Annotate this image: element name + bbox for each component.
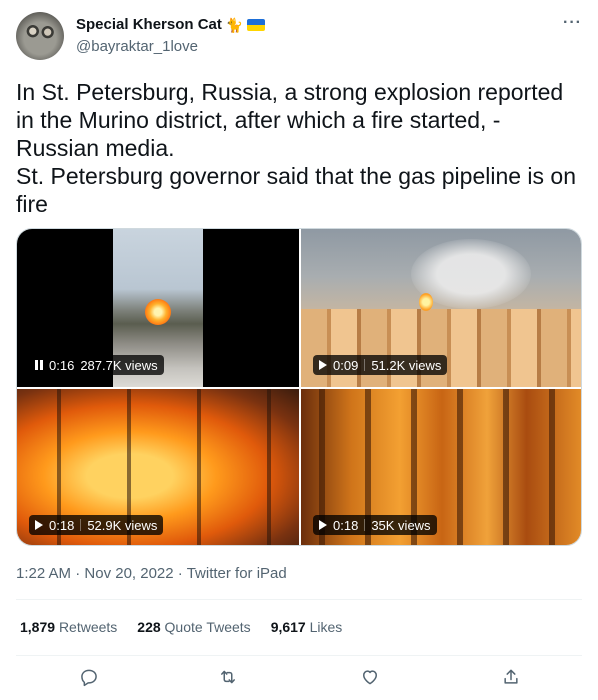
media-grid: 0:16 287.7K views 0:09 51.2K views 0:18 … [16, 228, 582, 546]
likes-count: 9,617 [270, 619, 306, 635]
likes-stat[interactable]: 9,617 Likes [271, 619, 343, 635]
tweet-source[interactable]: Twitter for iPad [187, 565, 287, 582]
retweet-button[interactable] [215, 664, 241, 690]
flare-image [419, 293, 433, 311]
video-duration: 0:09 [333, 357, 359, 373]
quotes-count: 228 [137, 619, 161, 635]
play-icon [319, 520, 327, 530]
cat-emoji-icon: 🐈 [225, 16, 244, 33]
tweet-text-line: St. Petersburg governor said that the ga… [16, 163, 577, 217]
tweet-timestamp: 1:22 AM · Nov 20, 2022 · Twitter for iPa… [16, 565, 287, 582]
like-button[interactable] [357, 664, 383, 690]
quotes-label: Quote Tweets [164, 619, 251, 635]
dot-separator: · [75, 565, 85, 582]
video-tile-1[interactable]: 0:16 287.7K views [17, 229, 299, 387]
pause-icon [35, 360, 43, 370]
display-name[interactable]: Special Kherson Cat [76, 16, 222, 33]
quote-tweets-stat[interactable]: 228 Quote Tweets [137, 619, 250, 635]
fireball-image [145, 299, 171, 325]
video-views: 35K views [371, 517, 431, 533]
badge-divider [80, 519, 82, 531]
video-badge: 0:16 287.7K views [29, 355, 164, 375]
video-views: 51.2K views [371, 357, 442, 373]
video-duration: 0:16 [49, 357, 75, 373]
tweet-time[interactable]: 1:22 AM [16, 565, 71, 582]
video-duration: 0:18 [49, 517, 75, 533]
share-button[interactable] [498, 664, 524, 690]
badge-divider [364, 519, 366, 531]
video-duration: 0:18 [333, 517, 359, 533]
display-name-row[interactable]: Special Kherson Cat 🐈 [76, 16, 266, 33]
video-badge: 0:09 51.2K views [313, 355, 448, 375]
play-icon [35, 520, 43, 530]
reply-icon [81, 669, 97, 687]
retweet-icon [221, 670, 235, 684]
tweet-actions [16, 664, 582, 690]
divider [16, 599, 582, 600]
buildings-image [301, 309, 581, 387]
video-badge: 0:18 35K views [313, 515, 437, 535]
retweets-count: 1,879 [20, 619, 56, 635]
video-tile-2[interactable]: 0:09 51.2K views [301, 229, 581, 387]
retweets-label: Retweets [58, 619, 118, 635]
likes-label: Likes [309, 619, 343, 635]
tweet-text-line: In St. Petersburg, Russia, a strong expl… [16, 79, 564, 161]
badge-divider [364, 359, 366, 371]
video-tile-3[interactable]: 0:18 52.9K views [17, 389, 299, 545]
reply-button[interactable] [76, 664, 102, 690]
user-handle[interactable]: @bayraktar_1love [76, 38, 198, 55]
retweets-stat[interactable]: 1,879 Retweets [20, 619, 117, 635]
more-options-button[interactable]: ··· [563, 14, 582, 32]
heart-icon [363, 670, 377, 685]
tweet-date[interactable]: Nov 20, 2022 [84, 565, 173, 582]
divider [16, 655, 582, 656]
tweet-header: Special Kherson Cat 🐈 @bayraktar_1love ·… [16, 12, 582, 62]
avatar[interactable] [16, 12, 64, 60]
tweet-text: In St. Petersburg, Russia, a strong expl… [16, 78, 582, 218]
share-icon [504, 669, 518, 684]
play-icon [319, 360, 327, 370]
video-badge: 0:18 52.9K views [29, 515, 164, 535]
tweet-stats: 1,879 Retweets 228 Quote Tweets 9,617 Li… [20, 619, 342, 635]
video-views: 287.7K views [80, 357, 158, 373]
video-tile-4[interactable]: 0:18 35K views [301, 389, 581, 545]
video-views: 52.9K views [87, 517, 158, 533]
dot-separator: · [177, 565, 187, 582]
ukraine-flag-icon [247, 18, 266, 31]
